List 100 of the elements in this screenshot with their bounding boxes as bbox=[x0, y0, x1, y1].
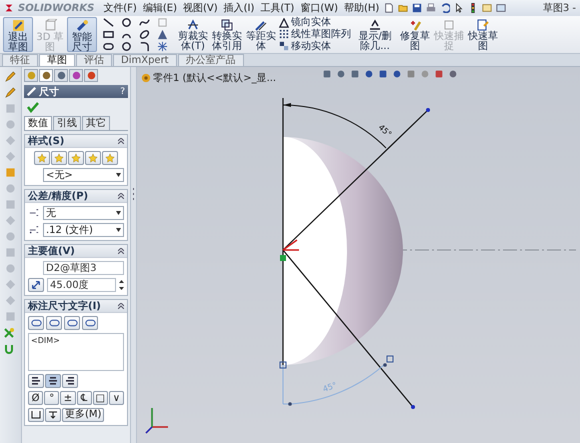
panel-tab[interactable] bbox=[69, 69, 83, 82]
menu-item[interactable]: 视图(V) bbox=[182, 1, 219, 15]
relations-icon bbox=[369, 19, 381, 31]
spin-icon[interactable] bbox=[119, 279, 124, 291]
depth-icon bbox=[48, 411, 58, 419]
window-icon[interactable] bbox=[496, 3, 506, 13]
menu-item[interactable]: 窗口(W) bbox=[299, 1, 340, 15]
cursor-icon[interactable] bbox=[454, 3, 464, 13]
panel-tab[interactable] bbox=[84, 69, 98, 82]
convert-icon bbox=[221, 19, 233, 31]
symbol-button[interactable]: ℄ bbox=[76, 391, 92, 405]
command-tab[interactable]: DimXpert bbox=[113, 54, 177, 66]
dimension-name-field[interactable]: D2@草图3 bbox=[43, 261, 124, 275]
text-option-button[interactable] bbox=[28, 316, 44, 330]
symbol-button[interactable] bbox=[45, 408, 61, 422]
panel-tab[interactable] bbox=[54, 69, 68, 82]
section-title: 主要值(V) bbox=[28, 244, 75, 258]
text-option-button[interactable] bbox=[82, 316, 98, 330]
curve-icon[interactable] bbox=[139, 17, 150, 28]
symbol-button[interactable]: Ø bbox=[28, 391, 44, 405]
panel-tab[interactable]: 数值 bbox=[24, 116, 52, 130]
symbol-button[interactable]: ° bbox=[44, 391, 60, 405]
grip-icon bbox=[132, 187, 135, 201]
more-button[interactable]: 更多(M) bbox=[62, 408, 104, 422]
ellipse-icon[interactable] bbox=[139, 29, 150, 40]
text-option-button[interactable] bbox=[64, 316, 80, 330]
mirror-icon bbox=[279, 18, 289, 28]
app-logo: SOLIDWORKS bbox=[18, 2, 94, 14]
style-button[interactable] bbox=[68, 151, 84, 165]
point-icon[interactable] bbox=[157, 41, 168, 52]
undo-icon[interactable] bbox=[440, 3, 450, 13]
style-button[interactable] bbox=[51, 151, 67, 165]
style-dropdown[interactable]: <无> bbox=[43, 168, 124, 182]
line-icon[interactable] bbox=[103, 17, 114, 28]
options-icon[interactable] bbox=[482, 3, 492, 13]
counterbore-icon bbox=[31, 411, 41, 419]
ribbon-button[interactable]: 快速草图 bbox=[467, 17, 499, 52]
save-icon[interactable] bbox=[412, 3, 422, 13]
symbol-button[interactable]: ∨ bbox=[108, 391, 124, 405]
menu-item[interactable]: 工具(T) bbox=[259, 1, 296, 15]
ribbon-button[interactable]: 移动实体 bbox=[279, 40, 351, 52]
precision-dropdown[interactable]: .12 (文件) bbox=[43, 223, 124, 237]
menu-item[interactable]: 文件(F) bbox=[102, 1, 138, 15]
printer-icon[interactable] bbox=[426, 3, 436, 13]
panel-tab[interactable]: 其它 bbox=[82, 116, 110, 130]
style-button[interactable] bbox=[34, 151, 50, 165]
precision-icon bbox=[28, 225, 40, 235]
sketch-point-icon bbox=[386, 356, 394, 362]
tolerance-dropdown[interactable]: 无 bbox=[43, 206, 124, 220]
menu-item[interactable]: 编辑(E) bbox=[142, 1, 178, 15]
value-field[interactable]: 45.00度 bbox=[47, 278, 116, 292]
fillet-icon[interactable] bbox=[139, 41, 150, 52]
check-icon[interactable] bbox=[27, 101, 39, 113]
triangle-icon[interactable] bbox=[157, 29, 168, 40]
ribbon-button[interactable]: 智能尺寸 bbox=[67, 17, 97, 52]
align-button[interactable] bbox=[45, 374, 61, 388]
text-option-button[interactable] bbox=[46, 316, 62, 330]
panel-tab[interactable]: 引线 bbox=[53, 116, 81, 130]
offset-icon bbox=[255, 19, 267, 31]
dimension-text-field[interactable]: <DIM> bbox=[28, 333, 124, 371]
panel-tab[interactable] bbox=[39, 69, 53, 82]
circle-icon[interactable] bbox=[121, 17, 132, 28]
dimension-value[interactable]: 45° bbox=[376, 122, 394, 139]
align-button[interactable] bbox=[28, 374, 44, 388]
symbol-button[interactable] bbox=[28, 408, 44, 422]
pencil-icon[interactable] bbox=[5, 87, 16, 98]
command-tab[interactable]: 特征 bbox=[2, 54, 38, 66]
ribbon-button[interactable]: 剪裁实体(T) bbox=[177, 17, 209, 52]
collapse-icon bbox=[118, 138, 124, 144]
ribbon-button[interactable]: 镜向实体 bbox=[279, 17, 351, 28]
reverse-button[interactable] bbox=[28, 278, 44, 292]
menu-item[interactable]: 帮助(H) bbox=[343, 1, 380, 15]
tree-item[interactable]: 零件1 (默认<<默认>_显... bbox=[153, 71, 276, 85]
arrows-icon bbox=[31, 280, 41, 290]
ribbon-button[interactable]: 线性草图阵列 bbox=[279, 28, 351, 40]
circle-icon[interactable] bbox=[121, 41, 132, 52]
command-tab[interactable]: 评估 bbox=[76, 54, 112, 66]
style-button[interactable] bbox=[102, 151, 118, 165]
rectangle-icon[interactable] bbox=[103, 29, 114, 40]
ribbon-button[interactable]: 修复草图 bbox=[399, 17, 431, 52]
ribbon-button[interactable]: 显示/删除几... bbox=[353, 17, 397, 52]
help-button[interactable]: ? bbox=[120, 86, 125, 96]
symbol-button[interactable]: □ bbox=[92, 391, 108, 405]
slot-icon[interactable] bbox=[103, 41, 114, 52]
pencil-icon bbox=[76, 19, 88, 32]
style-button[interactable] bbox=[85, 151, 101, 165]
document-icon[interactable] bbox=[384, 3, 394, 13]
align-center-icon bbox=[48, 377, 58, 385]
align-button[interactable] bbox=[62, 374, 78, 388]
ribbon-button[interactable]: 等距实体 bbox=[245, 17, 277, 52]
pencil-icon[interactable] bbox=[5, 71, 16, 82]
command-tab[interactable]: 办公室产品 bbox=[178, 54, 244, 66]
command-tab[interactable]: 草图 bbox=[39, 54, 75, 66]
section-title: 公差/精度(P) bbox=[28, 189, 88, 203]
ribbon-button[interactable]: 转换实体引用 bbox=[211, 17, 243, 52]
menu-item[interactable]: 插入(I) bbox=[222, 1, 256, 15]
folder-icon[interactable] bbox=[398, 3, 408, 13]
part-icon bbox=[141, 73, 151, 83]
symbol-button[interactable]: ± bbox=[60, 391, 76, 405]
ribbon-button[interactable]: 退出草图 bbox=[3, 17, 33, 52]
